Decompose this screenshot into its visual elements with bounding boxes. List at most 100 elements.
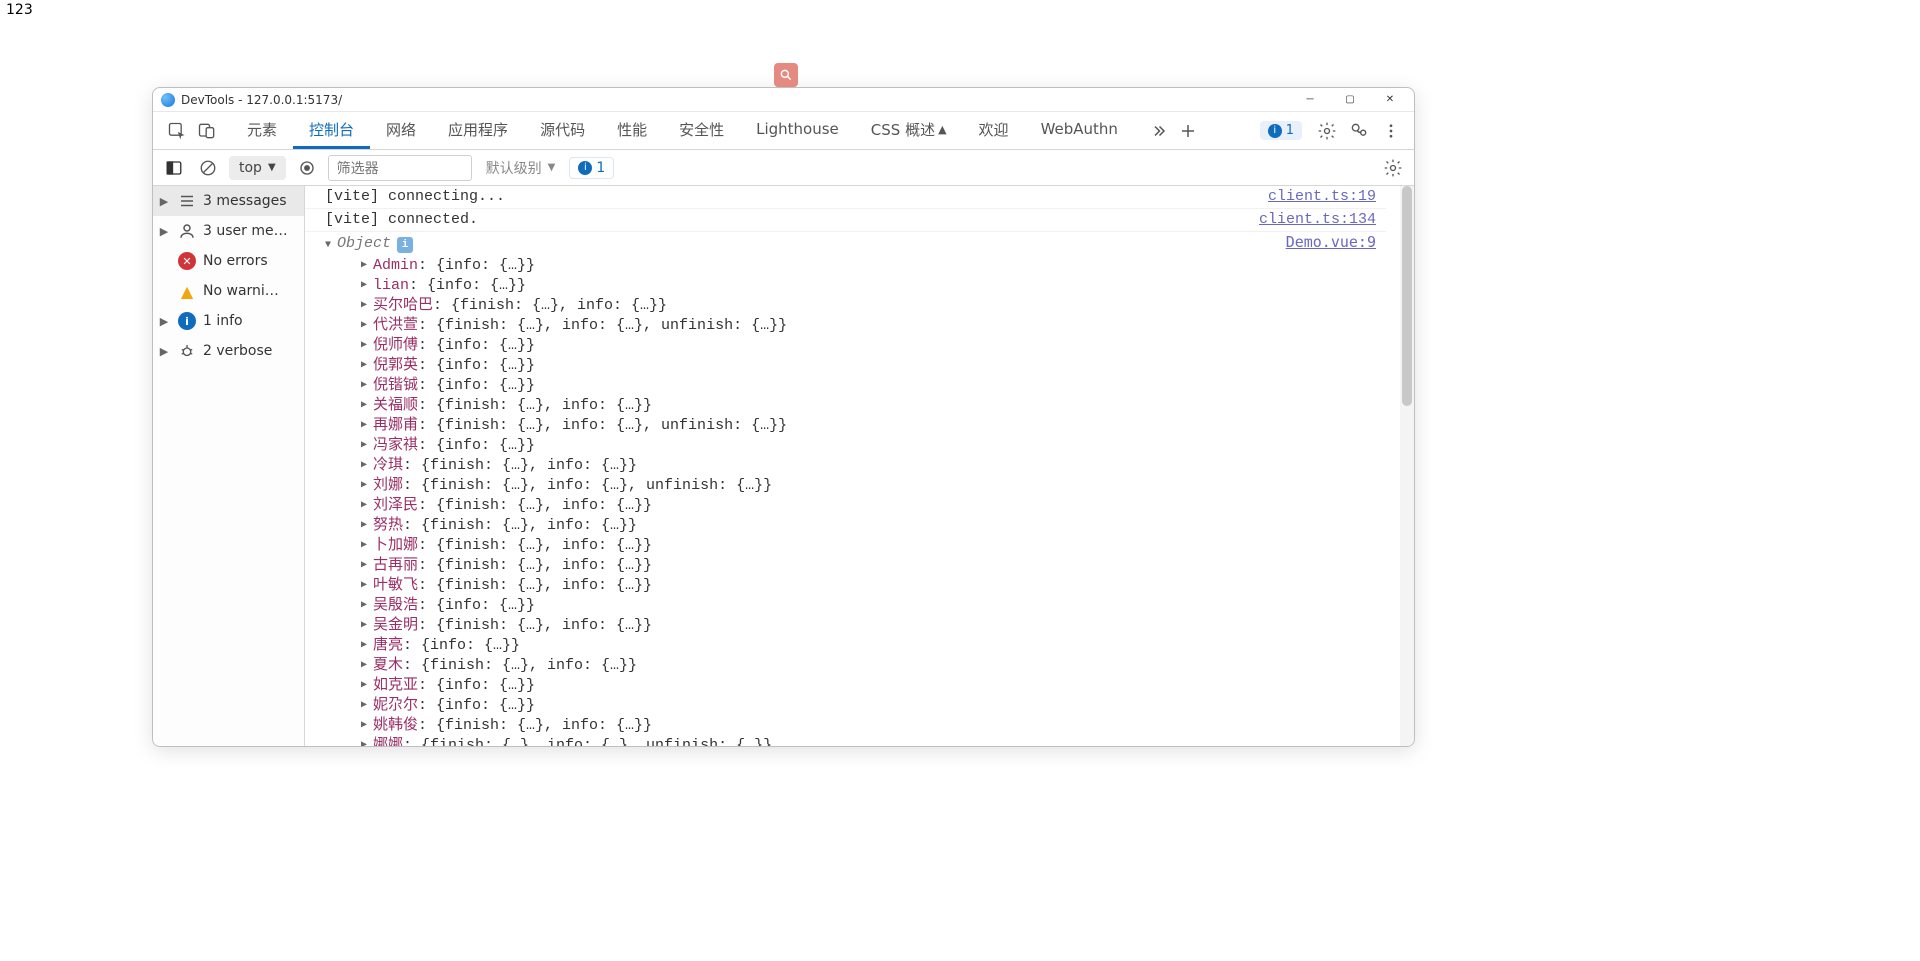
sidebar-item-label: 3 user me… (203, 223, 298, 239)
object-property-row[interactable]: ▶关福顺: {finish: {…}, info: {…}} (325, 396, 1386, 416)
list-icon (177, 191, 197, 211)
object-property-row[interactable]: ▶代洪萱: {finish: {…}, info: {…}, unfinish:… (325, 316, 1386, 336)
panel-tab[interactable]: Lighthouse (740, 112, 855, 149)
log-message: [vite] connected. (325, 210, 1259, 230)
window-close-button[interactable]: ✕ (1370, 89, 1410, 111)
issues-chip-count: 1 (596, 160, 605, 176)
panel-tab[interactable]: 性能 (601, 112, 663, 149)
more-tabs-icon[interactable] (1144, 117, 1172, 145)
property-value: : {finish: {…}, info: {…}} (433, 296, 667, 316)
object-property-row[interactable]: ▶冯家祺: {info: {…}} (325, 436, 1386, 456)
kebab-menu-icon[interactable] (1376, 116, 1406, 146)
object-property-row[interactable]: ▶唐亮: {info: {…}} (325, 636, 1386, 656)
device-toggle-icon[interactable] (193, 117, 221, 145)
sidebar-item[interactable]: ✕No errors (153, 246, 304, 276)
property-value: : {finish: {…}, info: {…}} (418, 556, 652, 576)
panel-tab[interactable]: 控制台 (293, 112, 370, 149)
property-name: 姚韩俊 (373, 716, 418, 736)
sidebar-item[interactable]: ▶i1 info (153, 306, 304, 336)
property-name: 倪郭英 (373, 356, 418, 376)
collapse-arrow-icon[interactable]: ▼ (325, 236, 337, 256)
object-property-row[interactable]: ▶倪郭英: {info: {…}} (325, 356, 1386, 376)
issues-badge[interactable]: i 1 (1260, 121, 1302, 140)
log-level-selector[interactable]: 默认级别 ▼ (480, 158, 562, 178)
object-property-row[interactable]: ▶刘娜: {finish: {…}, info: {…}, unfinish: … (325, 476, 1386, 496)
object-property-row[interactable]: ▶lian: {info: {…}} (325, 276, 1386, 296)
panel-tab[interactable]: 应用程序 (432, 112, 524, 149)
object-property-row[interactable]: ▶夏木: {finish: {…}, info: {…}} (325, 656, 1386, 676)
filter-input[interactable] (328, 155, 472, 181)
window-minimize-button[interactable]: ─ (1290, 89, 1330, 111)
issues-chip[interactable]: i 1 (569, 157, 614, 179)
property-value: : {info: {…}} (418, 256, 535, 276)
object-property-row[interactable]: ▶娜娜: {finish: {…}, info: {…}, unfinish: … (325, 736, 1386, 746)
expand-arrow-icon: ▶ (361, 296, 373, 316)
sidebar-item-label: No warni… (203, 283, 298, 299)
floating-search-icon[interactable] (774, 63, 798, 87)
inspect-element-icon[interactable] (163, 117, 191, 145)
expand-arrow-icon: ▶ (157, 195, 171, 208)
object-property-row[interactable]: ▶Admin: {info: {…}} (325, 256, 1386, 276)
property-value: : {finish: {…}, info: {…}, unfinish: {…}… (403, 476, 772, 496)
add-tab-icon[interactable] (1174, 117, 1202, 145)
property-value: : {info: {…}} (418, 696, 535, 716)
sidebar-item[interactable]: ▶2 verbose (153, 336, 304, 366)
panel-tab[interactable]: 欢迎 (963, 112, 1025, 149)
panel-tab[interactable]: WebAuthn (1025, 112, 1134, 149)
object-property-row[interactable]: ▶姚韩俊: {finish: {…}, info: {…}} (325, 716, 1386, 736)
log-source-link[interactable]: client.ts:134 (1259, 210, 1376, 230)
scrollbar-thumb[interactable] (1402, 186, 1412, 406)
sidebar-item-label: 1 info (203, 313, 298, 329)
object-property-row[interactable]: ▶卜加娜: {finish: {…}, info: {…}} (325, 536, 1386, 556)
log-source-link[interactable]: client.ts:19 (1268, 187, 1376, 207)
object-property-row[interactable]: ▶古再丽: {finish: {…}, info: {…}} (325, 556, 1386, 576)
object-property-row[interactable]: ▶妮尕尔: {info: {…}} (325, 696, 1386, 716)
expand-arrow-icon: ▶ (361, 396, 373, 416)
page-body-text: 123 (6, 2, 33, 18)
object-property-row[interactable]: ▶冷琪: {finish: {…}, info: {…}} (325, 456, 1386, 476)
log-source-link[interactable]: Demo.vue:9 (1286, 232, 1376, 252)
object-info-badge-icon[interactable]: i (397, 237, 413, 253)
object-property-row[interactable]: ▶刘泽民: {finish: {…}, info: {…}} (325, 496, 1386, 516)
feedback-icon[interactable] (1344, 116, 1374, 146)
property-value: : {finish: {…}, info: {…}} (403, 456, 637, 476)
live-expression-icon[interactable] (294, 155, 320, 181)
object-property-row[interactable]: ▶如克亚: {info: {…}} (325, 676, 1386, 696)
toggle-sidebar-icon[interactable] (161, 155, 187, 181)
panel-tab[interactable]: CSS 概述▲ (855, 112, 963, 149)
object-property-row[interactable]: ▶买尔哈巴: {finish: {…}, info: {…}} (325, 296, 1386, 316)
property-value: : {finish: {…}, info: {…}} (418, 576, 652, 596)
devtools-app-icon (161, 93, 175, 107)
window-maximize-button[interactable]: ▢ (1330, 89, 1370, 111)
panel-tab[interactable]: 元素 (231, 112, 293, 149)
property-name: 刘娜 (373, 476, 403, 496)
panel-tab[interactable]: 网络 (370, 112, 432, 149)
log-level-label: 默认级别 (486, 158, 542, 178)
object-property-row[interactable]: ▶倪锴铖: {info: {…}} (325, 376, 1386, 396)
console-toolbar: top ▼ 默认级别 ▼ i 1 (153, 150, 1414, 186)
expand-arrow-icon: ▶ (361, 456, 373, 476)
panel-tab[interactable]: 源代码 (524, 112, 601, 149)
context-selector[interactable]: top ▼ (229, 156, 286, 180)
object-property-row[interactable]: ▶吴金明: {finish: {…}, info: {…}} (325, 616, 1386, 636)
object-property-row[interactable]: ▶倪师傅: {info: {…}} (325, 336, 1386, 356)
expand-arrow-icon: ▶ (361, 356, 373, 376)
panel-tab[interactable]: 安全性 (663, 112, 740, 149)
object-property-row[interactable]: ▶再娜甫: {finish: {…}, info: {…}, unfinish:… (325, 416, 1386, 436)
expand-arrow-icon: ▶ (361, 716, 373, 736)
property-name: 再娜甫 (373, 416, 418, 436)
object-property-row[interactable]: ▶努热: {finish: {…}, info: {…}} (325, 516, 1386, 536)
expand-arrow-icon: ▶ (361, 336, 373, 356)
sidebar-item[interactable]: ▶3 user me… (153, 216, 304, 246)
clear-console-icon[interactable] (195, 155, 221, 181)
sidebar-item[interactable]: ▶3 messages (153, 186, 304, 216)
sidebar-item[interactable]: ▲No warni… (153, 276, 304, 306)
property-name: 努热 (373, 516, 403, 536)
object-property-row[interactable]: ▶吴殷浩: {info: {…}} (325, 596, 1386, 616)
console-settings-icon[interactable] (1380, 155, 1406, 181)
settings-icon[interactable] (1312, 116, 1342, 146)
property-value: : {finish: {…}, info: {…}} (418, 716, 652, 736)
object-property-row[interactable]: ▶叶敏飞: {finish: {…}, info: {…}} (325, 576, 1386, 596)
expand-arrow-icon: ▶ (361, 556, 373, 576)
vertical-scrollbar[interactable] (1400, 186, 1414, 746)
